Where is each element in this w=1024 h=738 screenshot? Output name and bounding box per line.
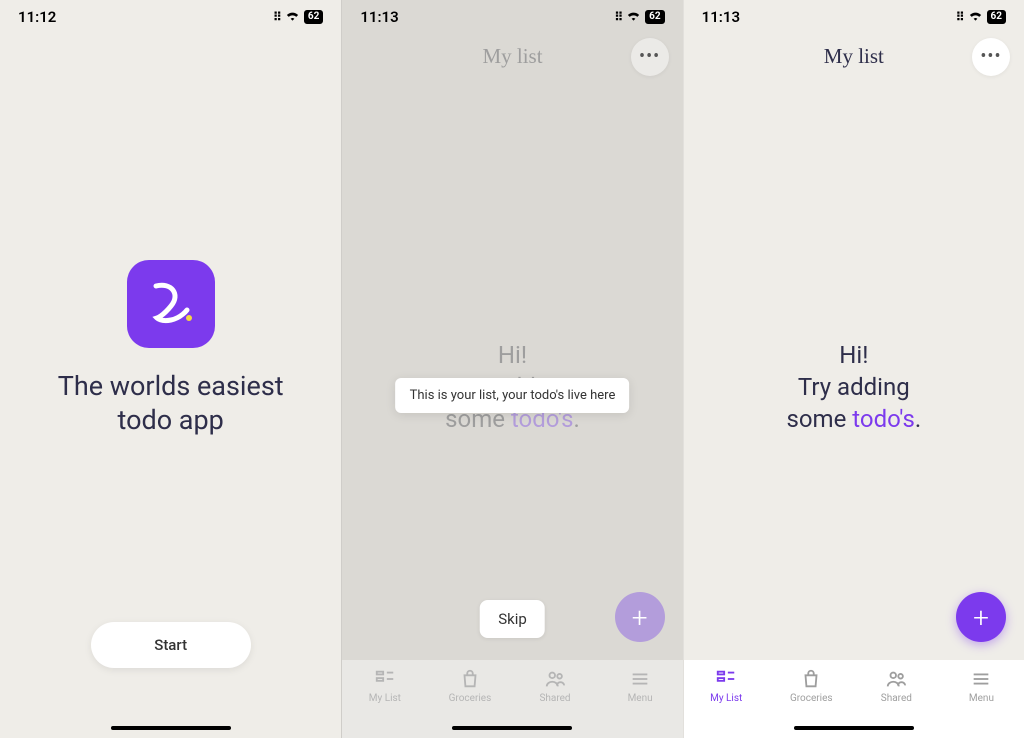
add-todo-button[interactable]: +: [615, 592, 665, 642]
list-icon: [374, 668, 396, 690]
list-header: My list •••: [342, 30, 682, 79]
bag-icon: [800, 668, 822, 690]
page-title: My list: [824, 44, 884, 69]
onboarding-tooltip: This is your list, your todo's live here: [396, 378, 630, 413]
logo-area: The worlds easiest todo app: [58, 260, 284, 438]
more-options-button[interactable]: •••: [631, 38, 669, 76]
status-bar: 11:12 ⠿ 62: [0, 0, 341, 30]
menu-icon: [629, 668, 651, 690]
battery-icon: 62: [304, 10, 323, 24]
status-time: 11:13: [360, 8, 398, 26]
skip-button[interactable]: Skip: [480, 600, 545, 638]
screen-onboarding-start: 11:12 ⠿ 62 The worlds easiest todo app S…: [0, 0, 341, 738]
status-icons: ⠿ 62: [273, 9, 323, 25]
people-icon: [885, 668, 907, 690]
tab-my-list[interactable]: My List: [342, 668, 427, 738]
add-todo-button[interactable]: +: [956, 592, 1006, 642]
screen-list-empty: 11:13 ⠿ 62 My list ••• Hi! Try adding so…: [683, 0, 1024, 738]
status-icons: ⠿ 62: [956, 9, 1006, 25]
home-indicator: [794, 726, 914, 730]
status-time: 11:12: [18, 8, 56, 26]
plus-icon: +: [632, 601, 648, 634]
list-icon: [715, 668, 737, 690]
splash-content: The worlds easiest todo app Start: [0, 30, 341, 738]
page-title: My list: [482, 44, 542, 69]
screen-list-onboarding: 11:13 ⠿ 62 My list ••• Hi! Try adding so…: [341, 0, 682, 738]
ellipsis-icon: •••: [980, 48, 1001, 66]
tab-menu[interactable]: Menu: [939, 668, 1024, 738]
app-logo-icon: [127, 260, 215, 348]
battery-icon: 62: [645, 10, 664, 24]
cellular-icon: ⠿: [614, 10, 622, 24]
plus-icon: +: [973, 601, 989, 634]
status-bar: 11:13 ⠿ 62: [342, 0, 682, 30]
ellipsis-icon: •••: [639, 48, 660, 66]
cellular-icon: ⠿: [273, 10, 281, 24]
bag-icon: [459, 668, 481, 690]
more-options-button[interactable]: •••: [972, 38, 1010, 76]
start-button[interactable]: Start: [91, 622, 251, 668]
status-bar: 11:13 ⠿ 62: [684, 0, 1024, 30]
wifi-icon: [968, 9, 983, 25]
status-time: 11:13: [702, 8, 740, 26]
cellular-icon: ⠿: [956, 10, 964, 24]
list-header: My list •••: [684, 30, 1024, 79]
tagline: The worlds easiest todo app: [58, 370, 284, 438]
status-icons: ⠿ 62: [614, 9, 664, 25]
battery-icon: 62: [987, 10, 1006, 24]
menu-icon: [970, 668, 992, 690]
tab-menu[interactable]: Menu: [598, 668, 683, 738]
home-indicator: [452, 726, 572, 730]
people-icon: [544, 668, 566, 690]
home-indicator: [111, 726, 231, 730]
tab-my-list[interactable]: My List: [684, 668, 769, 738]
greeting-text: Hi! Try adding some todo's.: [684, 340, 1024, 437]
wifi-icon: [626, 9, 641, 25]
wifi-icon: [285, 9, 300, 25]
